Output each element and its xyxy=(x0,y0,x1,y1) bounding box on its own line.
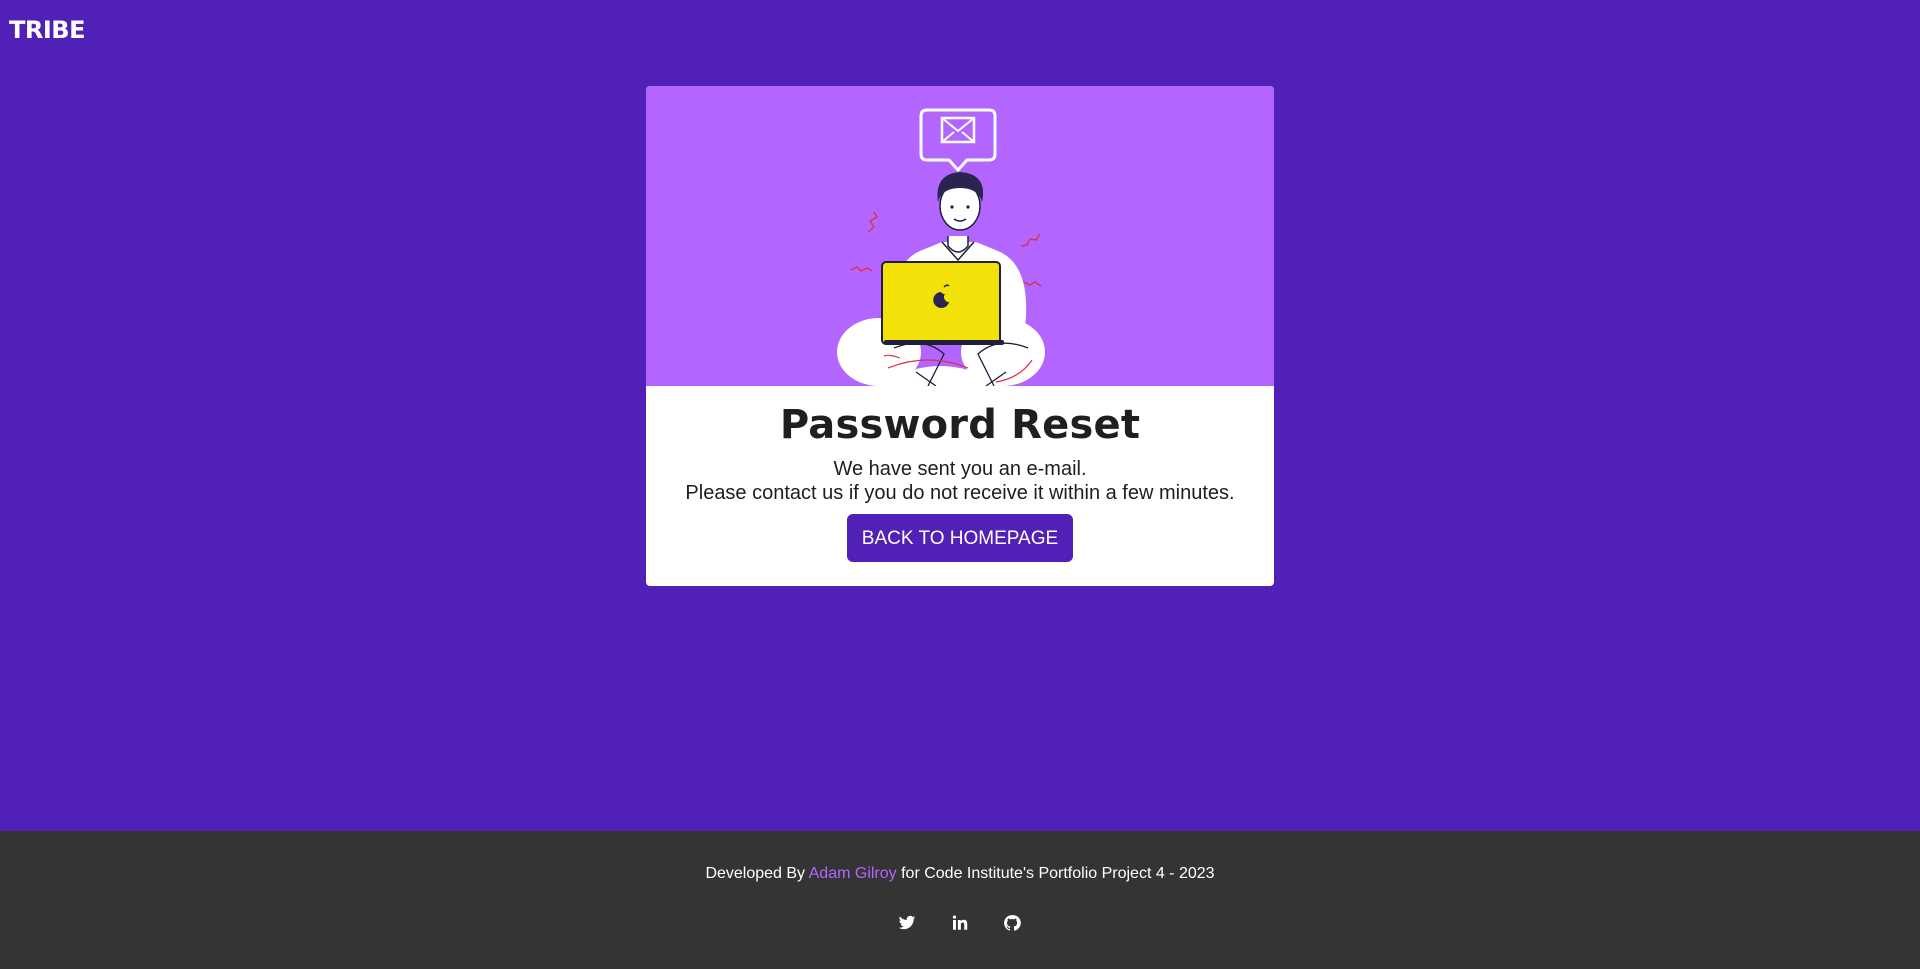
tribe-logo[interactable]: TRIBE xyxy=(9,16,85,44)
credit-suffix: for Code Institute's Portfolio Project 4… xyxy=(896,865,1215,882)
author-link[interactable]: Adam Gilroy xyxy=(809,865,897,882)
sent-email-message: We have sent you an e-mail. xyxy=(833,458,1087,480)
laptop-icon xyxy=(881,261,1004,345)
github-icon[interactable] xyxy=(1003,914,1023,934)
email-bubble-icon xyxy=(919,108,997,173)
top-navbar: TRIBE xyxy=(0,0,1920,60)
twitter-icon[interactable] xyxy=(898,914,918,934)
contact-us-message: Please contact us if you do not receive … xyxy=(685,482,1235,504)
credit-prefix: Developed By xyxy=(705,865,809,882)
social-links xyxy=(0,914,1920,934)
back-to-homepage-button[interactable]: BACK TO HOMEPAGE xyxy=(847,514,1073,562)
footer-credit: Developed By Adam Gilroy for Code Instit… xyxy=(0,865,1920,883)
page-title: Password Reset xyxy=(779,402,1141,448)
password-reset-card: Password Reset We have sent you an e-mai… xyxy=(646,86,1274,586)
hero-illustration xyxy=(646,86,1274,386)
linkedin-icon[interactable] xyxy=(950,914,970,934)
person-with-laptop-illustration xyxy=(837,108,1045,386)
footer: Developed By Adam Gilroy for Code Instit… xyxy=(0,831,1920,969)
